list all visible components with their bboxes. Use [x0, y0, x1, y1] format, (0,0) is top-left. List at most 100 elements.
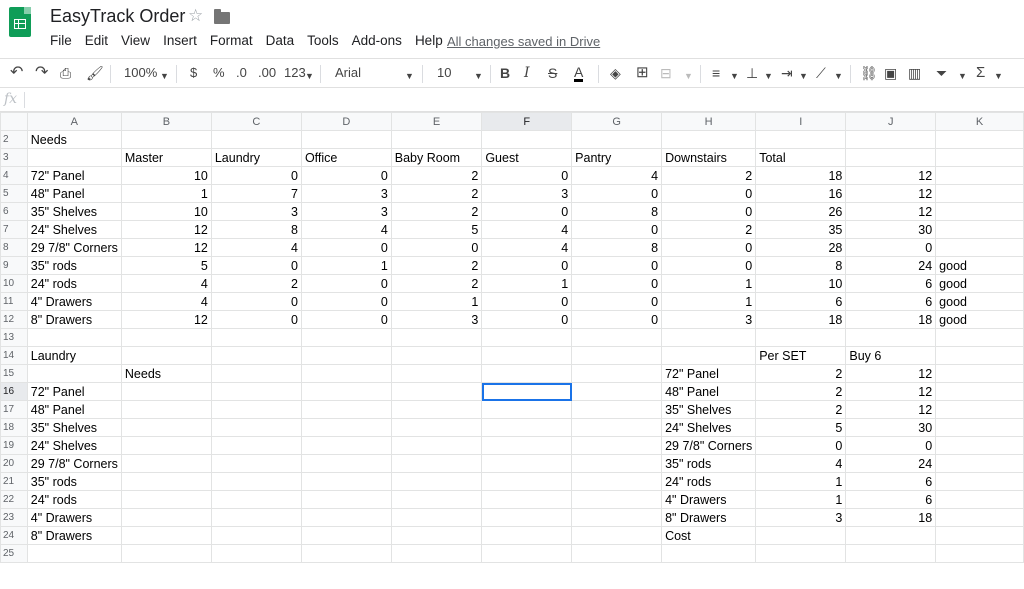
- row-header[interactable]: 25: [0, 544, 28, 563]
- cell-i13[interactable]: [755, 328, 847, 347]
- cell-e21[interactable]: [390, 472, 483, 491]
- cell-e19[interactable]: [390, 436, 483, 455]
- cell-k2[interactable]: [935, 130, 1024, 149]
- sheets-logo-icon[interactable]: [9, 7, 31, 37]
- font-dropdown-icon[interactable]: ▼: [405, 68, 414, 84]
- cell-a9[interactable]: 35" rods: [26, 256, 122, 275]
- cell-j2[interactable]: [845, 130, 937, 149]
- cell-f14[interactable]: [481, 346, 573, 365]
- vertical-align-icon[interactable]: ⊥: [746, 65, 758, 81]
- cell-d10[interactable]: 0: [300, 274, 392, 293]
- cell-d3[interactable]: Office: [300, 148, 392, 167]
- cell-i3[interactable]: Total: [755, 148, 847, 167]
- cell-j13[interactable]: [845, 328, 937, 347]
- cell-a18[interactable]: 35" Shelves: [26, 418, 122, 437]
- cell-k10[interactable]: good: [935, 274, 1024, 293]
- cell-j9[interactable]: 24: [845, 256, 937, 275]
- cell-h6[interactable]: 0: [661, 202, 757, 221]
- cell-g9[interactable]: 0: [571, 256, 663, 275]
- column-header-h[interactable]: H: [661, 112, 757, 131]
- row-header[interactable]: 12: [0, 310, 28, 329]
- cell-e16[interactable]: [390, 382, 483, 401]
- cell-j24[interactable]: [845, 526, 937, 545]
- cell-h12[interactable]: 3: [661, 310, 757, 329]
- cell-b24[interactable]: [120, 526, 212, 545]
- cell-g15[interactable]: [571, 364, 663, 383]
- cell-a19[interactable]: 24" Shelves: [26, 436, 122, 455]
- cell-a5[interactable]: 48" Panel: [26, 184, 122, 203]
- cell-e4[interactable]: 2: [390, 166, 483, 185]
- cell-h11[interactable]: 1: [661, 292, 757, 311]
- row-header[interactable]: 5: [0, 184, 28, 203]
- cell-c21[interactable]: [210, 472, 302, 491]
- filter-icon[interactable]: ⏷: [936, 65, 947, 81]
- cell-a11[interactable]: 4" Drawers: [26, 292, 122, 311]
- rotation-dropdown-icon[interactable]: ▼: [834, 68, 843, 84]
- cell-k19[interactable]: [935, 436, 1024, 455]
- cell-k20[interactable]: [935, 454, 1024, 473]
- cell-b6[interactable]: 10: [120, 202, 212, 221]
- merge-cells-icon[interactable]: ⊟: [660, 65, 672, 81]
- cell-f12[interactable]: 0: [481, 310, 573, 329]
- column-header-j[interactable]: J: [845, 112, 937, 131]
- cell-g20[interactable]: [571, 454, 663, 473]
- cell-f23[interactable]: [481, 508, 573, 527]
- cell-c25[interactable]: [210, 544, 302, 563]
- cell-k12[interactable]: good: [935, 310, 1024, 329]
- valign-dropdown-icon[interactable]: ▼: [764, 68, 773, 84]
- currency-button[interactable]: $: [190, 65, 197, 81]
- column-header-g[interactable]: G: [571, 112, 663, 131]
- cell-j4[interactable]: 12: [845, 166, 937, 185]
- cell-b17[interactable]: [120, 400, 212, 419]
- cell-k11[interactable]: good: [935, 292, 1024, 311]
- menu-add-ons[interactable]: Add-ons: [352, 33, 402, 48]
- cell-d4[interactable]: 0: [300, 166, 392, 185]
- percent-button[interactable]: %: [213, 65, 225, 81]
- cell-f17[interactable]: [481, 400, 573, 419]
- cell-i7[interactable]: 35: [755, 220, 847, 239]
- column-header-i[interactable]: I: [755, 112, 847, 131]
- cell-d20[interactable]: [300, 454, 392, 473]
- cell-h15[interactable]: 72" Panel: [661, 364, 757, 383]
- cell-b4[interactable]: 10: [120, 166, 212, 185]
- cell-c19[interactable]: [210, 436, 302, 455]
- cell-g25[interactable]: [571, 544, 663, 563]
- cell-f5[interactable]: 3: [481, 184, 573, 203]
- row-header[interactable]: 9: [0, 256, 28, 275]
- cell-a24[interactable]: 8" Drawers: [26, 526, 122, 545]
- row-header[interactable]: 16: [0, 382, 28, 401]
- halign-dropdown-icon[interactable]: ▼: [730, 68, 739, 84]
- cell-b20[interactable]: [120, 454, 212, 473]
- row-header[interactable]: 21: [0, 472, 28, 491]
- cell-g13[interactable]: [571, 328, 663, 347]
- cell-d7[interactable]: 4: [300, 220, 392, 239]
- wrap-dropdown-icon[interactable]: ▼: [799, 68, 808, 84]
- cell-j7[interactable]: 30: [845, 220, 937, 239]
- cell-i16[interactable]: 2: [755, 382, 847, 401]
- cell-e18[interactable]: [390, 418, 483, 437]
- cell-k9[interactable]: good: [935, 256, 1024, 275]
- cell-a15[interactable]: [26, 364, 122, 383]
- row-header[interactable]: 8: [0, 238, 28, 257]
- cell-j23[interactable]: 18: [845, 508, 937, 527]
- cell-a2[interactable]: Needs: [26, 130, 122, 149]
- cell-k25[interactable]: [935, 544, 1024, 563]
- text-wrapping-icon[interactable]: ⇥: [781, 65, 793, 81]
- cell-d14[interactable]: [300, 346, 392, 365]
- cell-k13[interactable]: [935, 328, 1024, 347]
- cell-k18[interactable]: [935, 418, 1024, 437]
- cell-j10[interactable]: 6: [845, 274, 937, 293]
- cell-b19[interactable]: [120, 436, 212, 455]
- zoom-dropdown-icon[interactable]: ▼: [160, 68, 169, 84]
- cell-j21[interactable]: 6: [845, 472, 937, 491]
- cell-a20[interactable]: 29 7/8" Corners: [26, 454, 122, 473]
- cell-d11[interactable]: 0: [300, 292, 392, 311]
- cell-b3[interactable]: Master: [120, 148, 212, 167]
- menu-view[interactable]: View: [121, 33, 150, 48]
- cell-i2[interactable]: [755, 130, 847, 149]
- functions-dropdown-icon[interactable]: ▼: [994, 68, 1003, 84]
- cell-c9[interactable]: 0: [210, 256, 302, 275]
- cell-c23[interactable]: [210, 508, 302, 527]
- cell-e15[interactable]: [390, 364, 483, 383]
- cell-h10[interactable]: 1: [661, 274, 757, 293]
